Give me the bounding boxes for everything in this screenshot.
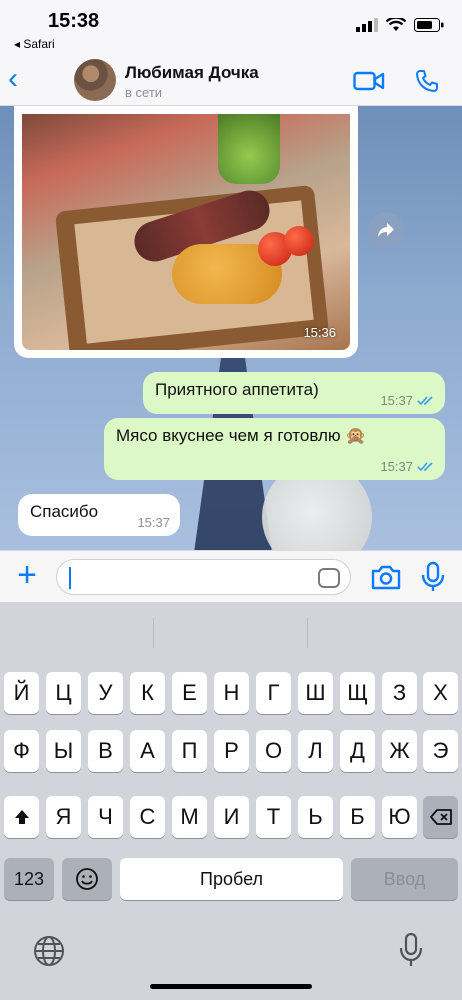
key[interactable]: Е <box>172 672 207 714</box>
key[interactable]: Ж <box>382 730 417 772</box>
video-camera-icon <box>353 71 385 91</box>
key[interactable]: М <box>172 796 207 838</box>
key[interactable]: И <box>214 796 249 838</box>
drink-glass <box>218 114 280 184</box>
signal-icon <box>356 18 378 32</box>
backspace-icon <box>429 809 452 825</box>
chat-area[interactable]: 15:36 Приятного аппетита) 15:37 Мясо вку… <box>0 106 462 550</box>
key[interactable]: Р <box>214 730 249 772</box>
system-icons <box>356 18 444 32</box>
keyboard-row-3: Я Ч С М И Т Ь Б Ю <box>0 796 462 838</box>
food-photo[interactable]: 15:36 <box>22 114 350 350</box>
attach-plus-icon[interactable]: + <box>12 558 42 592</box>
delete-key[interactable] <box>423 796 458 838</box>
space-key[interactable]: Пробел <box>120 858 343 900</box>
voice-call-button[interactable] <box>410 66 444 96</box>
message-time: 15:37 <box>137 515 170 530</box>
input-bar: + <box>0 550 462 602</box>
contact-name[interactable]: Любимая Дочка <box>125 63 259 83</box>
key[interactable]: Т <box>256 796 291 838</box>
prediction-separator <box>307 618 308 648</box>
message-meta: 15:37 <box>380 393 435 408</box>
text-caret <box>69 567 71 589</box>
key[interactable]: С <box>130 796 165 838</box>
sticker-icon[interactable] <box>318 568 340 588</box>
shift-key[interactable] <box>4 796 39 838</box>
back-to-safari[interactable]: ◂ Safari <box>14 37 55 51</box>
emoji-icon <box>76 868 98 890</box>
globe-icon[interactable] <box>32 934 66 968</box>
outgoing-message[interactable]: Приятного аппетита) 15:37 <box>143 372 445 414</box>
return-key[interactable]: Ввод <box>351 858 458 900</box>
key[interactable]: Ы <box>46 730 81 772</box>
forward-button[interactable] <box>368 212 404 248</box>
incoming-message[interactable]: Спасибо 15:37 <box>18 494 180 536</box>
key[interactable]: Э <box>423 730 458 772</box>
keyboard-row-1: Й Ц У К Е Н Г Ш Щ З Х <box>0 672 462 714</box>
keyboard-row-4: 123 Пробел Ввод <box>0 858 462 900</box>
key[interactable]: П <box>172 730 207 772</box>
key[interactable]: Я <box>46 796 81 838</box>
double-check-icon <box>417 395 433 405</box>
keyboard: Й Ц У К Е Н Г Ш Щ З Х Ф Ы В А П Р О Л Д … <box>0 602 462 1000</box>
battery-icon <box>414 18 444 32</box>
key[interactable]: З <box>382 672 417 714</box>
key[interactable]: Ь <box>298 796 333 838</box>
microphone-icon[interactable] <box>420 561 446 593</box>
keyboard-row-2: Ф Ы В А П Р О Л Д Ж Э <box>0 730 462 772</box>
tomato <box>284 226 314 256</box>
key[interactable]: Ю <box>382 796 417 838</box>
numbers-key[interactable]: 123 <box>4 858 54 900</box>
video-call-button[interactable] <box>352 66 386 96</box>
message-meta: 15:37 <box>137 515 170 530</box>
prediction-separator <box>153 618 154 648</box>
double-check-icon <box>417 461 433 471</box>
key[interactable]: Х <box>423 672 458 714</box>
key[interactable]: Н <box>214 672 249 714</box>
key[interactable]: Л <box>298 730 333 772</box>
camera-icon[interactable] <box>370 563 402 591</box>
key[interactable]: Б <box>340 796 375 838</box>
message-text: Приятного аппетита) <box>155 380 319 399</box>
key[interactable]: Ч <box>88 796 123 838</box>
dictation-mic-icon[interactable] <box>398 932 424 968</box>
outgoing-message[interactable]: Мясо вкуснее чем я готовлю 🙊 15:37 <box>104 418 445 480</box>
key[interactable]: Щ <box>340 672 375 714</box>
status-time: 15:38 <box>48 10 100 32</box>
emoji-key[interactable] <box>62 858 112 900</box>
shift-arrow-icon <box>14 810 29 824</box>
wifi-icon <box>386 18 406 31</box>
image-timestamp: 15:36 <box>303 325 336 340</box>
message-text: Спасибо <box>30 502 99 521</box>
key[interactable]: А <box>130 730 165 772</box>
forward-arrow-icon <box>378 223 394 237</box>
home-indicator[interactable] <box>150 984 312 989</box>
top-bar: 15:38 ◂ Safari ‹ Любимая Дочка в сети <box>0 0 462 106</box>
key[interactable]: О <box>256 730 291 772</box>
key[interactable]: Д <box>340 730 375 772</box>
key[interactable]: Г <box>256 672 291 714</box>
back-chevron-icon[interactable]: ‹ <box>8 64 30 98</box>
key[interactable]: Ф <box>4 730 39 772</box>
message-time: 15:37 <box>380 459 413 474</box>
key[interactable]: В <box>88 730 123 772</box>
contact-status: в сети <box>125 85 163 100</box>
message-text: Мясо вкуснее чем я готовлю 🙊 <box>116 426 367 445</box>
image-message[interactable]: 15:36 <box>14 106 358 358</box>
key[interactable]: У <box>88 672 123 714</box>
avatar[interactable] <box>74 59 116 101</box>
message-time: 15:37 <box>380 393 413 408</box>
key[interactable]: К <box>130 672 165 714</box>
message-meta: 15:37 <box>380 459 435 474</box>
key[interactable]: Ц <box>46 672 81 714</box>
phone-icon <box>416 70 438 92</box>
key[interactable]: Ш <box>298 672 333 714</box>
key[interactable]: Й <box>4 672 39 714</box>
message-input[interactable] <box>56 559 351 595</box>
